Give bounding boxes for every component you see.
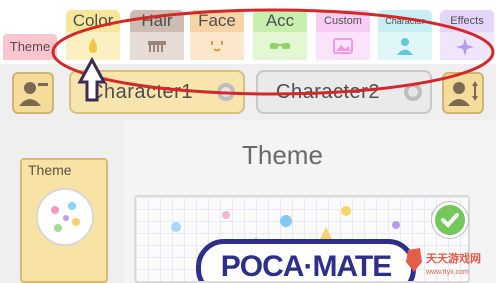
tab-theme[interactable]: Theme bbox=[3, 34, 57, 60]
section-title: Theme bbox=[242, 140, 323, 170]
tab-face-label: Face bbox=[190, 10, 244, 32]
theme-badge-icon bbox=[36, 188, 94, 246]
gear-icon[interactable] bbox=[217, 83, 235, 101]
tab-acc-label: Acc bbox=[253, 10, 307, 32]
check-icon bbox=[441, 213, 459, 228]
tab-hair[interactable]: Hair bbox=[130, 10, 184, 60]
watermark-text: 天天游戏网 bbox=[426, 251, 481, 265]
face-icon bbox=[211, 41, 223, 52]
poca-mate-logo: POCA·MATE bbox=[196, 239, 416, 281]
person-minus-icon bbox=[19, 82, 48, 106]
tab-custom-label: Custom bbox=[316, 10, 370, 32]
sparkle-icon bbox=[456, 38, 474, 56]
watermark-logo-icon bbox=[406, 248, 422, 272]
tab-effects[interactable]: Effects bbox=[440, 10, 494, 60]
tab-acc[interactable]: Acc bbox=[253, 10, 307, 60]
character2-button[interactable]: Character2 bbox=[256, 70, 432, 114]
character2-label: Character2 bbox=[276, 80, 380, 103]
theme-list-panel: Theme bbox=[0, 120, 124, 283]
apply-theme-check-button[interactable] bbox=[432, 202, 468, 238]
theme-card[interactable]: Theme bbox=[20, 158, 108, 283]
image-icon bbox=[333, 38, 353, 54]
tab-effects-label: Effects bbox=[440, 10, 494, 32]
category-tab-strip: Theme Color Hair Face Acc Custom Charact… bbox=[0, 0, 496, 64]
sunglasses-icon bbox=[270, 43, 290, 49]
watermark-sub: www.ttyx.com bbox=[425, 269, 469, 276]
tab-color-label: Color bbox=[66, 10, 120, 32]
tab-character[interactable]: Character bbox=[378, 10, 432, 60]
remove-character-button[interactable] bbox=[12, 72, 54, 114]
tab-character-label: Character bbox=[378, 10, 432, 32]
character-toolbar: Character1 Character2 bbox=[0, 64, 496, 120]
tab-hair-label: Hair bbox=[130, 10, 184, 32]
theme-content-area: Theme Theme POCA·MATE 天天游戏网 www.ttyx.com bbox=[0, 120, 496, 283]
comb-icon bbox=[148, 41, 166, 52]
tab-color[interactable]: Color bbox=[66, 10, 120, 60]
tab-face[interactable]: Face bbox=[190, 10, 244, 60]
droplet-icon bbox=[89, 38, 97, 53]
character1-button[interactable]: Character1 bbox=[69, 70, 245, 114]
tab-custom[interactable]: Custom bbox=[316, 10, 370, 60]
sort-character-button[interactable] bbox=[442, 72, 484, 114]
person-icon bbox=[397, 38, 413, 55]
character1-label: Character1 bbox=[89, 80, 193, 103]
theme-card-label: Theme bbox=[28, 162, 72, 178]
site-watermark: 天天游戏网 www.ttyx.com bbox=[406, 248, 481, 276]
person-sort-icon bbox=[448, 81, 478, 106]
gear-icon[interactable] bbox=[404, 83, 422, 101]
